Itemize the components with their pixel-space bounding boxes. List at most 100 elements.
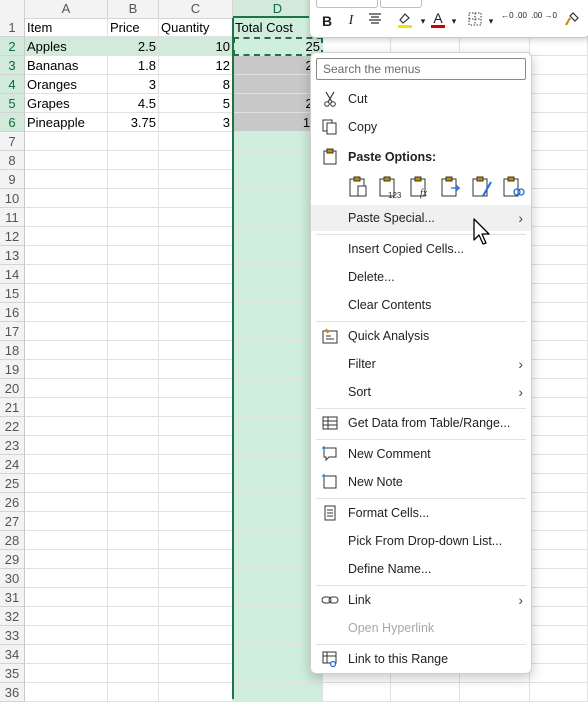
table-cell[interactable]: [108, 474, 159, 493]
font-size-box[interactable]: [380, 0, 422, 8]
table-cell[interactable]: [108, 151, 159, 170]
row-header[interactable]: 25: [0, 474, 25, 493]
table-cell[interactable]: [391, 683, 460, 702]
table-cell[interactable]: [108, 493, 159, 512]
table-cell[interactable]: Pineapple: [25, 113, 108, 132]
table-cell[interactable]: [25, 683, 108, 702]
table-cell[interactable]: [25, 417, 108, 436]
row-header[interactable]: 16: [0, 303, 25, 322]
table-cell[interactable]: [530, 132, 588, 151]
table-cell[interactable]: [530, 246, 588, 265]
format-painter-icon[interactable]: [562, 11, 582, 31]
table-cell[interactable]: [25, 265, 108, 284]
italic-button[interactable]: I: [342, 11, 360, 31]
table-cell[interactable]: [25, 588, 108, 607]
row-header[interactable]: 24: [0, 455, 25, 474]
menu-item-delete[interactable]: Delete...: [311, 264, 531, 290]
table-cell[interactable]: [530, 607, 588, 626]
table-cell[interactable]: [530, 512, 588, 531]
table-cell[interactable]: 3: [108, 75, 159, 94]
table-cell[interactable]: 1.8: [108, 56, 159, 75]
table-cell[interactable]: Grapes: [25, 94, 108, 113]
table-cell[interactable]: 12: [159, 56, 233, 75]
row-header[interactable]: 20: [0, 379, 25, 398]
menu-item-new-note[interactable]: New Note: [311, 469, 531, 495]
table-cell[interactable]: [323, 683, 391, 702]
row-header[interactable]: 3: [0, 56, 25, 75]
table-cell[interactable]: [25, 493, 108, 512]
table-cell[interactable]: [108, 246, 159, 265]
table-cell[interactable]: [530, 379, 588, 398]
table-cell[interactable]: [530, 341, 588, 360]
table-cell[interactable]: [159, 227, 233, 246]
table-cell[interactable]: Item: [25, 18, 108, 37]
table-cell[interactable]: [25, 398, 108, 417]
table-cell[interactable]: [159, 151, 233, 170]
table-cell[interactable]: [159, 417, 233, 436]
table-cell[interactable]: [159, 265, 233, 284]
column-header-c[interactable]: C: [159, 0, 233, 18]
table-cell[interactable]: [530, 417, 588, 436]
table-cell[interactable]: [108, 341, 159, 360]
bold-button[interactable]: B: [318, 11, 336, 31]
row-header[interactable]: 4: [0, 75, 25, 94]
table-cell[interactable]: [159, 550, 233, 569]
table-cell[interactable]: [159, 664, 233, 683]
table-cell[interactable]: [159, 512, 233, 531]
table-cell[interactable]: [159, 379, 233, 398]
row-header[interactable]: 23: [0, 436, 25, 455]
table-cell[interactable]: [530, 322, 588, 341]
table-cell[interactable]: 5: [159, 94, 233, 113]
table-cell[interactable]: [159, 246, 233, 265]
table-cell[interactable]: [25, 569, 108, 588]
table-cell[interactable]: [25, 531, 108, 550]
table-cell[interactable]: [25, 341, 108, 360]
table-cell[interactable]: [108, 170, 159, 189]
table-cell[interactable]: [25, 360, 108, 379]
menu-item-clear-contents[interactable]: Clear Contents: [311, 292, 531, 318]
table-cell[interactable]: Quantity: [159, 18, 233, 37]
table-cell[interactable]: [530, 664, 588, 683]
row-header[interactable]: 28: [0, 531, 25, 550]
menu-item-sort[interactable]: Sort ›: [311, 379, 531, 405]
table-cell[interactable]: [159, 303, 233, 322]
table-cell[interactable]: [460, 683, 530, 702]
paste-values-icon[interactable]: 123: [377, 174, 403, 200]
paste-formulas-icon[interactable]: fx: [408, 174, 434, 200]
align-center-icon[interactable]: [365, 11, 385, 31]
table-cell[interactable]: Apples: [25, 37, 108, 56]
table-cell[interactable]: [159, 626, 233, 645]
row-header[interactable]: 29: [0, 550, 25, 569]
row-header[interactable]: 1: [0, 18, 25, 37]
table-cell[interactable]: [530, 455, 588, 474]
table-cell[interactable]: [25, 132, 108, 151]
table-cell[interactable]: [530, 94, 588, 113]
font-name-box[interactable]: [316, 0, 378, 8]
table-cell[interactable]: [159, 189, 233, 208]
table-cell[interactable]: [159, 132, 233, 151]
decrease-decimal-button[interactable]: .00 →0: [530, 11, 558, 31]
table-cell[interactable]: [159, 455, 233, 474]
row-header[interactable]: 34: [0, 645, 25, 664]
menu-item-define-name[interactable]: Define Name...: [311, 556, 531, 582]
row-header[interactable]: 19: [0, 360, 25, 379]
table-cell[interactable]: [108, 626, 159, 645]
table-cell[interactable]: [108, 132, 159, 151]
row-header[interactable]: 13: [0, 246, 25, 265]
table-cell[interactable]: [159, 398, 233, 417]
column-header-a[interactable]: A: [25, 0, 108, 18]
table-cell[interactable]: [108, 455, 159, 474]
table-cell[interactable]: [25, 208, 108, 227]
menu-item-get-data[interactable]: Get Data from Table/Range...: [311, 410, 531, 436]
table-cell[interactable]: [530, 493, 588, 512]
table-cell[interactable]: [530, 645, 588, 664]
table-cell[interactable]: [530, 75, 588, 94]
paste-formatting-icon[interactable]: [470, 174, 496, 200]
table-cell[interactable]: [25, 189, 108, 208]
table-cell[interactable]: 8: [159, 75, 233, 94]
table-cell[interactable]: [25, 474, 108, 493]
table-cell[interactable]: 4.5: [108, 94, 159, 113]
table-cell[interactable]: [530, 208, 588, 227]
table-cell[interactable]: [108, 284, 159, 303]
table-cell[interactable]: [108, 417, 159, 436]
